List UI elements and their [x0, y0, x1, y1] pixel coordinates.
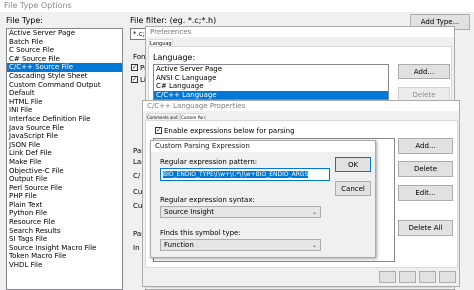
file-type-item[interactable]: Perl Source File — [7, 184, 122, 193]
pattern-label: Regular expression pattern: — [160, 158, 258, 166]
file-type-item[interactable]: Java Source File — [7, 124, 122, 133]
language-list[interactable]: Active Server Page ANSI C Language C# Lang… — [153, 64, 389, 100]
in-label: In — [133, 244, 140, 252]
cu-label: Cu — [133, 202, 143, 210]
file-type-item[interactable]: PHP File — [7, 192, 122, 201]
ok-button[interactable]: OK — [335, 157, 371, 172]
file-type-item[interactable]: SI Tags File — [7, 235, 122, 244]
lang-props-bottom-button-4[interactable] — [439, 271, 456, 283]
language-item[interactable]: C/C++ Language — [154, 90, 388, 99]
language-item[interactable]: Active Server Page — [154, 65, 388, 74]
file-type-item[interactable]: Resource File — [7, 218, 122, 227]
file-type-item[interactable]: C# Source File — [7, 55, 122, 64]
file-type-item[interactable]: Cascading Style Sheet — [7, 72, 122, 81]
symbol-type-select[interactable]: Function ⌄ — [160, 239, 321, 251]
chevron-down-icon: ⌄ — [311, 242, 317, 249]
c-label: C/ — [133, 172, 141, 180]
file-type-options-title: File Type Options — [0, 0, 474, 12]
lang-props-title: C/C++ Language Properties — [143, 101, 459, 111]
enable-expressions-label: Enable expressions below for parsing — [164, 127, 295, 135]
lang-props-delete-all-button[interactable]: Delete All — [398, 220, 453, 236]
file-filter-label: File filter: (eg. *.c;*.h) — [130, 16, 217, 25]
file-type-item[interactable]: Link Def File — [7, 149, 122, 158]
file-type-item[interactable]: Plain Text — [7, 201, 122, 210]
language-item[interactable]: ANSI C Language — [154, 74, 388, 83]
file-type-item[interactable]: Custom Command Output — [7, 81, 122, 90]
file-type-item[interactable]: INI File — [7, 106, 122, 115]
tab-custom-parsing[interactable]: Custom Parsing — [180, 113, 206, 120]
lang-props-edit-button[interactable]: Edit... — [398, 185, 453, 201]
pattern-value: BIO_ENDIO_TYPE\(\w+\(.*\)\w+BIO_ENDIO_AR… — [163, 171, 309, 178]
language-item[interactable]: C# Language — [154, 82, 388, 91]
file-type-item[interactable]: Search Results — [7, 227, 122, 236]
tab-comments-ranges[interactable]: Comments and Ranges — [146, 113, 180, 120]
file-type-item[interactable]: HTML File — [7, 98, 122, 107]
lang-props-bottom-button-3[interactable] — [419, 271, 436, 283]
symbol-type-label: Finds this symbol type: — [160, 229, 241, 237]
cancel-button[interactable]: Cancel — [335, 181, 371, 196]
file-type-item[interactable]: Token Macro File — [7, 252, 122, 261]
preferences-title: Preferences — [146, 27, 454, 37]
lang-props-add-button[interactable]: Add... — [398, 138, 453, 154]
file-type-item[interactable]: JavaScript File — [7, 132, 122, 141]
syntax-select[interactable]: Source Insight ⌄ — [160, 206, 321, 218]
file-type-label: File Type: — [6, 16, 43, 25]
syntax-label: Regular expression syntax: — [160, 196, 255, 204]
lang-props-delete-button[interactable]: Delete — [398, 161, 453, 177]
custom-parsing-title: Custom Parsing Expression — [151, 141, 375, 152]
file-type-item[interactable]: C/C++ Source File — [7, 63, 122, 72]
file-type-item[interactable]: Default — [7, 89, 122, 98]
file-type-item[interactable]: Objective-C File — [7, 167, 122, 176]
file-type-item[interactable]: JSON File — [7, 141, 122, 150]
file-type-item[interactable]: Batch File — [7, 38, 122, 47]
file-type-item[interactable]: Source Insight Macro File — [7, 244, 122, 253]
file-type-item[interactable]: Output File — [7, 175, 122, 184]
file-type-item[interactable]: Active Server Page — [7, 29, 122, 38]
file-type-list[interactable]: Active Server Page Batch File C Source Fil… — [6, 28, 123, 290]
file-type-item[interactable]: C Source File — [7, 46, 122, 55]
lang-props-bottom-button-1[interactable] — [379, 271, 396, 283]
language-label: Language: — [153, 53, 196, 62]
enable-expressions-checkbox[interactable]: ✓ — [155, 127, 162, 134]
syntax-value: Source Insight — [164, 208, 214, 216]
symbol-type-value: Function — [164, 241, 194, 249]
lin-checkbox[interactable]: ✓ — [131, 76, 138, 83]
chevron-down-icon: ⌄ — [311, 209, 317, 216]
lang-props-bottom-button-2[interactable] — [399, 271, 416, 283]
file-type-item[interactable]: Interface Definition File — [7, 115, 122, 124]
preferences-add-button[interactable]: Add... — [398, 64, 450, 79]
pr-checkbox[interactable]: ✓ — [131, 64, 138, 71]
file-type-item[interactable]: Python File — [7, 209, 122, 218]
custom-parsing-dialog: Custom Parsing Expression Regular expres… — [150, 140, 376, 258]
pattern-input[interactable]: BIO_ENDIO_TYPE\(\w+\(.*\)\w+BIO_ENDIO_AR… — [160, 168, 330, 181]
file-type-item[interactable]: VHDL File — [7, 261, 122, 270]
file-type-item[interactable]: Make File — [7, 158, 122, 167]
